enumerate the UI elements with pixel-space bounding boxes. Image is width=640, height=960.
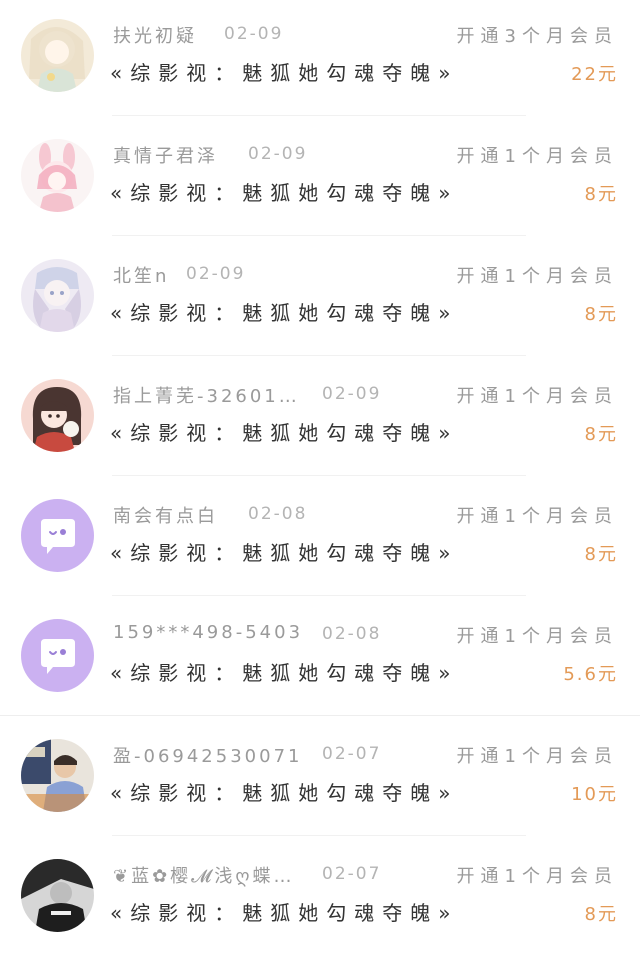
price: 8元 (584, 184, 618, 205)
book-title[interactable]: «综影视：魅狐她勾魂夺魄» (110, 417, 458, 446)
order-date: 02-09 (224, 24, 284, 44)
book-title[interactable]: «综影视：魅狐她勾魂夺魄» (110, 177, 458, 206)
divider (112, 475, 526, 476)
divider (0, 715, 640, 716)
price: 8元 (584, 904, 618, 925)
divider (112, 235, 526, 236)
chat-bubble-avatar-icon[interactable] (21, 619, 94, 692)
book-title[interactable]: «综影视：魅狐她勾魂夺魄» (110, 777, 458, 806)
order-date: 02-07 (322, 744, 382, 764)
price: 8元 (584, 424, 618, 445)
membership-plan: 开通1个月会员 (456, 146, 618, 167)
price: 10元 (571, 784, 618, 805)
price: 8元 (584, 544, 618, 565)
chat-bubble-avatar-icon[interactable] (21, 499, 94, 572)
list-item[interactable]: 北笙n 02-09 开通1个月会员 «综影视：魅狐她勾魂夺魄» 8元 (0, 240, 640, 360)
divider (112, 835, 526, 836)
anime-doll-avatar-icon[interactable] (21, 259, 94, 332)
photo-person-avatar-icon[interactable] (21, 739, 94, 812)
membership-plan: 开通1个月会员 (456, 866, 618, 887)
username: 真情子君泽 (113, 146, 218, 167)
dark-figure-avatar-icon[interactable] (21, 859, 94, 932)
list-item[interactable]: 扶光初疑 02-09 开通3个月会员 «综影视：魅狐她勾魂夺魄» 22元 (0, 0, 640, 120)
membership-plan: 开通1个月会员 (456, 626, 618, 647)
membership-plan: 开通1个月会员 (456, 266, 618, 287)
book-title[interactable]: «综影视：魅狐她勾魂夺魄» (110, 657, 458, 686)
book-title[interactable]: «综影视：魅狐她勾魂夺魄» (110, 297, 458, 326)
username: 北笙n (113, 266, 170, 287)
username: 159***498-54037… (113, 622, 303, 643)
list-item[interactable]: 159***498-54037… 02-08 开通1个月会员 «综影视：魅狐她勾… (0, 600, 640, 720)
order-date: 02-08 (248, 504, 308, 524)
username: 盈-06942530071… (113, 746, 303, 767)
book-title[interactable]: «综影视：魅狐她勾魂夺魄» (110, 897, 458, 926)
book-title[interactable]: «综影视：魅狐她勾魂夺魄» (110, 537, 458, 566)
anime-bunny-girl-avatar-icon[interactable] (21, 139, 94, 212)
username: ❦蓝✿樱𝓜浅ღ蝶… (113, 866, 295, 887)
membership-plan: 开通3个月会员 (456, 26, 618, 47)
username: 指上菁芜-32601… (113, 386, 300, 407)
price: 8元 (584, 304, 618, 325)
order-date: 02-08 (322, 624, 382, 644)
price: 22元 (571, 64, 618, 85)
order-date: 02-09 (248, 144, 308, 164)
list-item[interactable]: ❦蓝✿樱𝓜浅ღ蝶… 02-07 开通1个月会员 «综影视：魅狐她勾魂夺魄» 8元 (0, 840, 640, 960)
order-date: 02-09 (186, 264, 246, 284)
list-item[interactable]: 真情子君泽 02-09 开通1个月会员 «综影视：魅狐她勾魂夺魄» 8元 (0, 120, 640, 240)
username: 扶光初疑 (113, 26, 197, 47)
order-date: 02-09 (322, 384, 382, 404)
username: 南会有点白 (113, 506, 218, 527)
list-item[interactable]: 指上菁芜-32601… 02-09 开通1个月会员 «综影视：魅狐她勾魂夺魄» … (0, 360, 640, 480)
membership-plan: 开通1个月会员 (456, 386, 618, 407)
book-title[interactable]: «综影视：魅狐她勾魂夺魄» (110, 57, 458, 86)
divider (112, 115, 526, 116)
anime-girl-avatar-icon[interactable] (21, 19, 94, 92)
list-item[interactable]: 盈-06942530071… 02-07 开通1个月会员 «综影视：魅狐她勾魂夺… (0, 720, 640, 840)
divider (112, 595, 526, 596)
divider (112, 355, 526, 356)
anime-girl-cat-avatar-icon[interactable] (21, 379, 94, 452)
list-item[interactable]: 南会有点白 02-08 开通1个月会员 «综影视：魅狐她勾魂夺魄» 8元 (0, 480, 640, 600)
membership-plan: 开通1个月会员 (456, 506, 618, 527)
membership-plan: 开通1个月会员 (456, 746, 618, 767)
price: 5.6元 (563, 664, 618, 685)
order-date: 02-07 (322, 864, 382, 884)
